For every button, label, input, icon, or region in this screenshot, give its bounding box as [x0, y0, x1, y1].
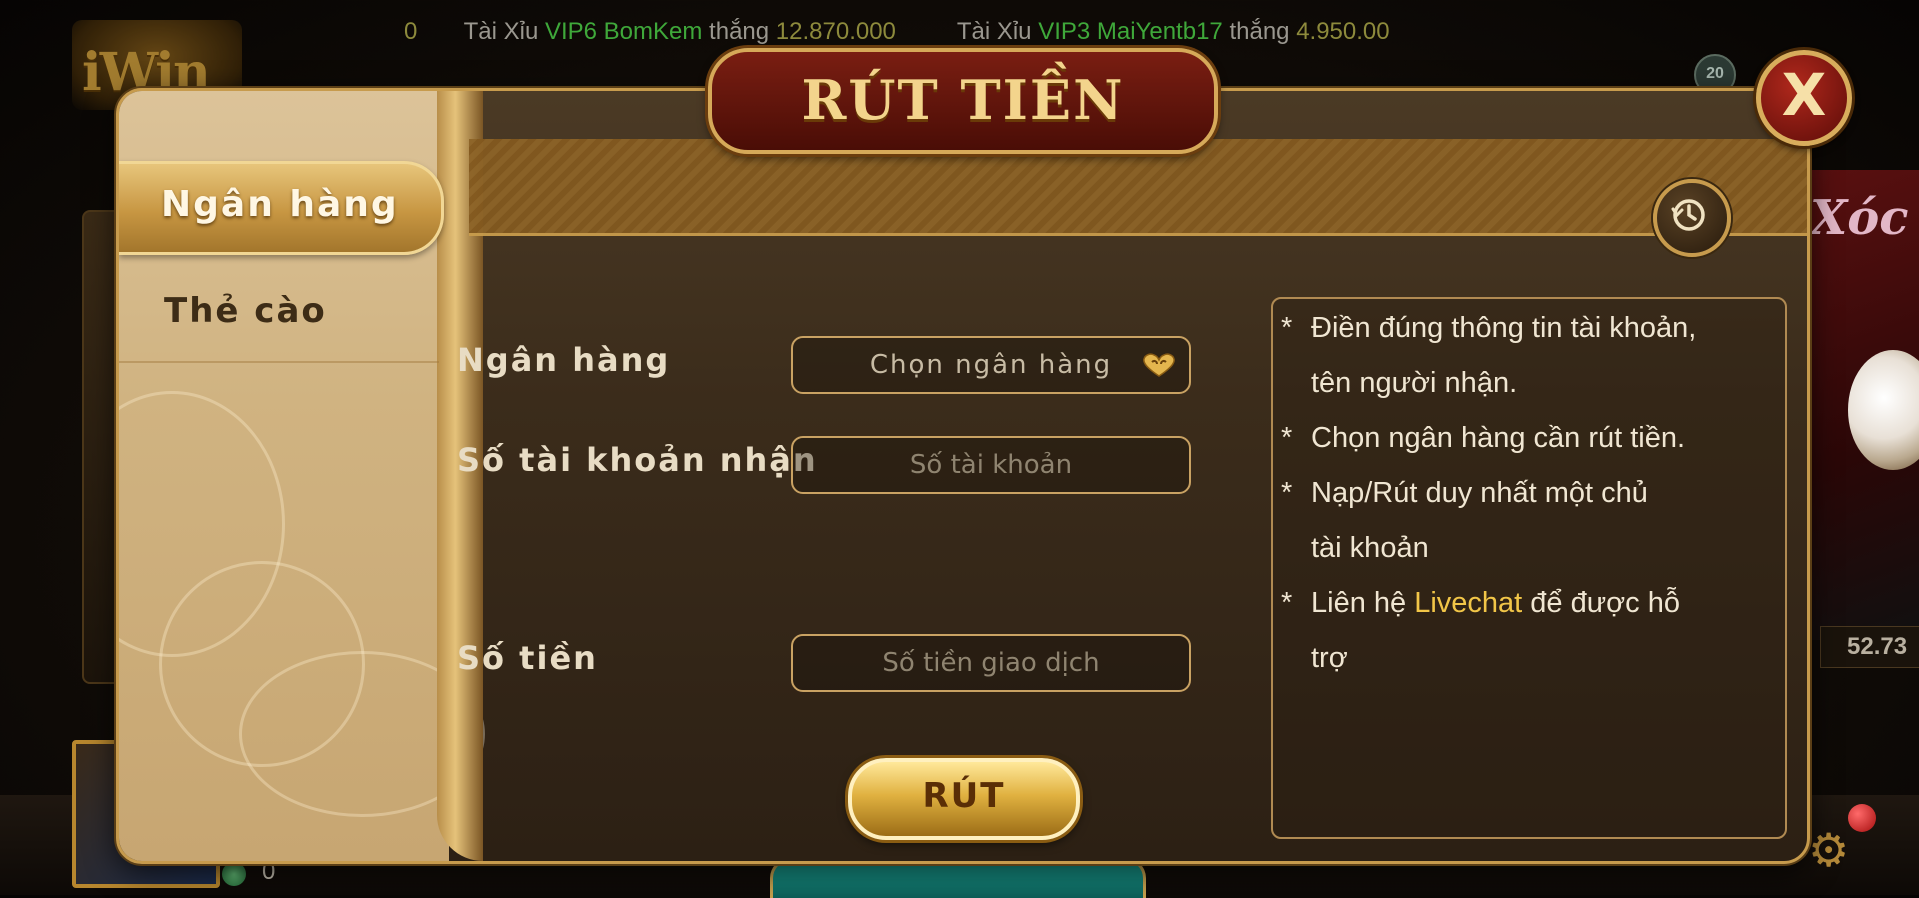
bank-select[interactable]: Chọn ngân hàng [791, 336, 1191, 394]
tab-scratch-card[interactable]: Thẻ cào [119, 261, 439, 363]
note-item-continued: tên người nhận. [1311, 367, 1518, 399]
note-item: * Liên hệ Livechat để được hỗ [1281, 587, 1680, 619]
withdraw-submit-button[interactable]: RÚT [848, 758, 1080, 840]
dialog-title-plate: RÚT TIỀN [708, 48, 1218, 154]
ticker-item: Tài Xỉu VIP3 MaiYentb17 thắng 4.950.00 [956, 18, 1390, 45]
close-button[interactable]: X [1756, 50, 1852, 146]
account-number-input[interactable]: Số tài khoản [791, 436, 1191, 494]
notification-dot [1848, 804, 1876, 832]
note-item-continued: tài khoản [1311, 532, 1429, 564]
history-clock-icon [1671, 199, 1705, 231]
notes-panel: * Điền đúng thông tin tài khoản, tên ngườ… [1271, 297, 1787, 839]
amount-input[interactable]: Số tiền giao dịch [791, 634, 1191, 692]
close-icon: X [1781, 61, 1827, 129]
background-value: 52.73 [1820, 626, 1919, 668]
note-item: * Điền đúng thông tin tài khoản, [1281, 312, 1697, 344]
background-game-tile: Xóc [1800, 170, 1919, 640]
bank-label: Ngân hàng [457, 341, 671, 379]
livechat-link[interactable]: Livechat [1414, 587, 1522, 619]
ticker-lead-value: 0 [404, 18, 418, 45]
dialog-title: RÚT TIỀN [801, 68, 1125, 132]
coin-icon [222, 862, 246, 886]
ticker-item: Tài Xỉu VIP6 BomKem thắng 12.870.000 [463, 18, 896, 45]
note-item-continued: trợ [1311, 642, 1348, 674]
account-label: Số tài khoản nhận [457, 441, 818, 479]
gear-icon[interactable]: ⚙ [1808, 826, 1856, 874]
dropdown-heart-icon[interactable] [1141, 352, 1177, 378]
tab-bank[interactable]: Ngân hàng [119, 161, 444, 255]
note-item: * Nạp/Rút duy nhất một chủ [1281, 477, 1648, 509]
history-button[interactable] [1653, 179, 1731, 257]
withdraw-dialog: Ngân hàng Thẻ cào Ngân hàng Chọn ngân hà… [116, 88, 1810, 864]
note-item: * Chọn ngân hàng cần rút tiền. [1281, 422, 1686, 454]
bottom-center-panel [770, 858, 1146, 898]
amount-label: Số tiền [457, 639, 598, 677]
